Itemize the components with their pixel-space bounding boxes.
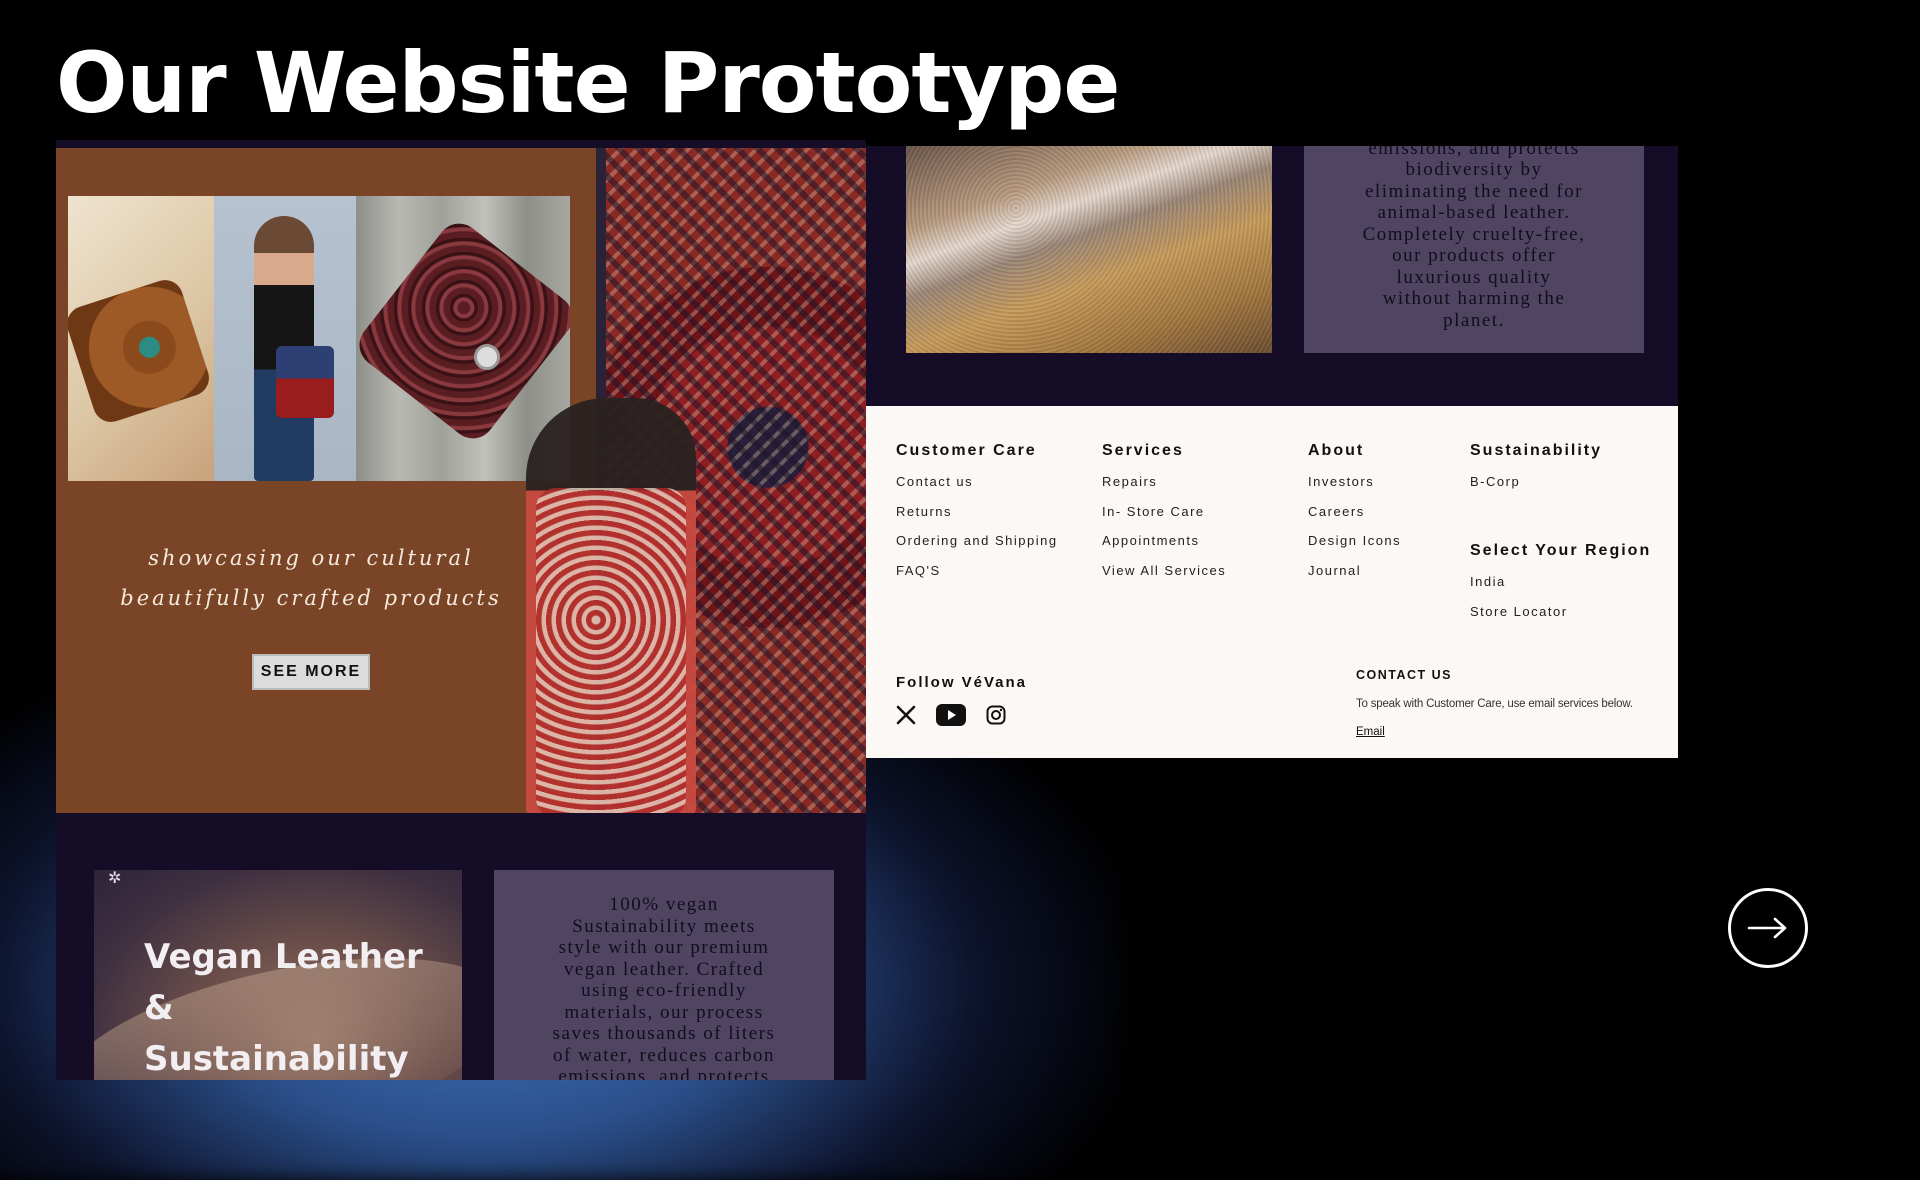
instagram-icon[interactable] — [986, 705, 1006, 725]
footer-link-ordering-shipping[interactable]: Ordering and Shipping — [896, 533, 1058, 549]
footer-link-repairs[interactable]: Repairs — [1102, 474, 1226, 490]
hero-banner: showcasing our cultural beautifully craf… — [56, 148, 866, 813]
footer-heading: About — [1308, 442, 1365, 459]
leather-texture-photo — [906, 146, 1272, 353]
footer-heading: Customer Care — [896, 442, 1037, 459]
vegan-text-line: 100% vegan — [609, 894, 719, 915]
footer-link-contact-us[interactable]: Contact us — [896, 474, 1058, 490]
email-link[interactable]: Email — [1356, 726, 1385, 738]
vegan-text-line: vegan leather. Crafted — [563, 958, 765, 980]
vegan-text-line: of water, reduces carbon — [553, 1044, 775, 1066]
footer-link-design-icons[interactable]: Design Icons — [1308, 533, 1401, 549]
vegan-text-line: luxurious quality — [1396, 266, 1552, 288]
vegan-text-line: style with our premium — [558, 937, 770, 958]
vegan-text-line: animal-based leather. — [1377, 202, 1571, 223]
contact-text: To speak with Customer Care, use email s… — [1356, 698, 1633, 710]
vegan-text-line: using eco-friendly — [581, 980, 747, 1001]
site-footer: Customer Care Contact us Returns Orderin… — [866, 406, 1678, 758]
arrow-right-icon — [1747, 917, 1787, 939]
next-slide-button[interactable] — [1728, 888, 1808, 968]
footer-column-services: Services Repairs In- Store Care Appointm… — [1102, 442, 1226, 592]
footer-link-returns[interactable]: Returns — [896, 504, 1058, 520]
footer-link-india[interactable]: India — [1470, 574, 1651, 590]
contact-block: CONTACT US To speak with Customer Care, … — [1356, 668, 1633, 740]
slide-title: Our Website Prototype — [56, 34, 1120, 132]
social-links — [896, 704, 1006, 726]
footer-link-in-store-care[interactable]: In- Store Care — [1102, 504, 1226, 520]
vegan-text-line: saves thousands of liters — [552, 1023, 776, 1044]
footer-link-view-all-services[interactable]: View All Services — [1102, 563, 1226, 579]
footer-link-b-corp[interactable]: B-Corp — [1470, 474, 1602, 490]
follow-heading: Follow VéVana — [896, 674, 1028, 691]
prototype-page-bottom: emissions, and protects biodiversity by … — [866, 146, 1678, 758]
vegan-description-card: 100% vegan Sustainability meets style wi… — [494, 870, 834, 1080]
vegan-text-line: our products offer — [1392, 245, 1556, 266]
vegan-text-line: emissions, and protects — [558, 1066, 770, 1080]
vegan-leather-card: ✲ Vegan Leather & Sustainability — [94, 870, 462, 1080]
sparkle-icon: ✲ — [108, 870, 122, 887]
x-icon[interactable] — [896, 705, 916, 725]
vegan-leather-title: Vegan Leather & Sustainability — [144, 937, 423, 1079]
vegan-description-continued: emissions, and protects biodiversity by … — [1304, 146, 1644, 353]
footer-heading: Select Your Region — [1470, 542, 1652, 559]
hero-tagline: showcasing our cultural beautifully craf… — [116, 538, 506, 618]
contact-heading: CONTACT US — [1356, 668, 1453, 682]
footer-column-about: About Investors Careers Design Icons Jou… — [1308, 442, 1401, 592]
footer-column-sustainability: Sustainability B-Corp — [1470, 442, 1602, 504]
footer-column-customer-care: Customer Care Contact us Returns Orderin… — [896, 442, 1058, 592]
vegan-text-line: Completely cruelty-free, — [1362, 223, 1586, 245]
footer-heading: Sustainability — [1470, 442, 1603, 459]
footer-link-faqs[interactable]: FAQ'S — [896, 563, 1058, 579]
footer-link-careers[interactable]: Careers — [1308, 504, 1401, 520]
hero-tagline-line-2: beautifully crafted products — [120, 586, 502, 610]
vegan-text-line: emissions, and protects — [1368, 146, 1580, 159]
youtube-icon[interactable] — [936, 704, 966, 726]
vegan-text-line: eliminating the need for — [1364, 180, 1584, 202]
product-photo-model-bag — [214, 196, 356, 481]
vegan-text-line: materials, our process — [564, 1001, 764, 1023]
vegan-text-line: biodiversity by — [1405, 159, 1543, 180]
footer-link-journal[interactable]: Journal — [1308, 563, 1401, 579]
woman-with-rug-image — [526, 398, 696, 813]
vegan-text-line: planet. — [1443, 309, 1505, 331]
footer-link-store-locator[interactable]: Store Locator — [1470, 604, 1651, 620]
vegan-text-line: Sustainability meets — [572, 915, 756, 937]
vegan-text-line: without harming the — [1382, 288, 1566, 309]
footer-link-appointments[interactable]: Appointments — [1102, 533, 1226, 549]
footer-region-selector: Select Your Region India Store Locator — [1470, 542, 1651, 633]
product-photo-wallet — [68, 196, 214, 481]
hero-tagline-line-1: showcasing our cultural — [148, 546, 474, 570]
footer-link-investors[interactable]: Investors — [1308, 474, 1401, 490]
see-more-button[interactable]: SEE MORE — [252, 654, 370, 690]
prototype-page-top: showcasing our cultural beautifully craf… — [56, 140, 866, 1080]
footer-heading: Services — [1102, 442, 1184, 459]
